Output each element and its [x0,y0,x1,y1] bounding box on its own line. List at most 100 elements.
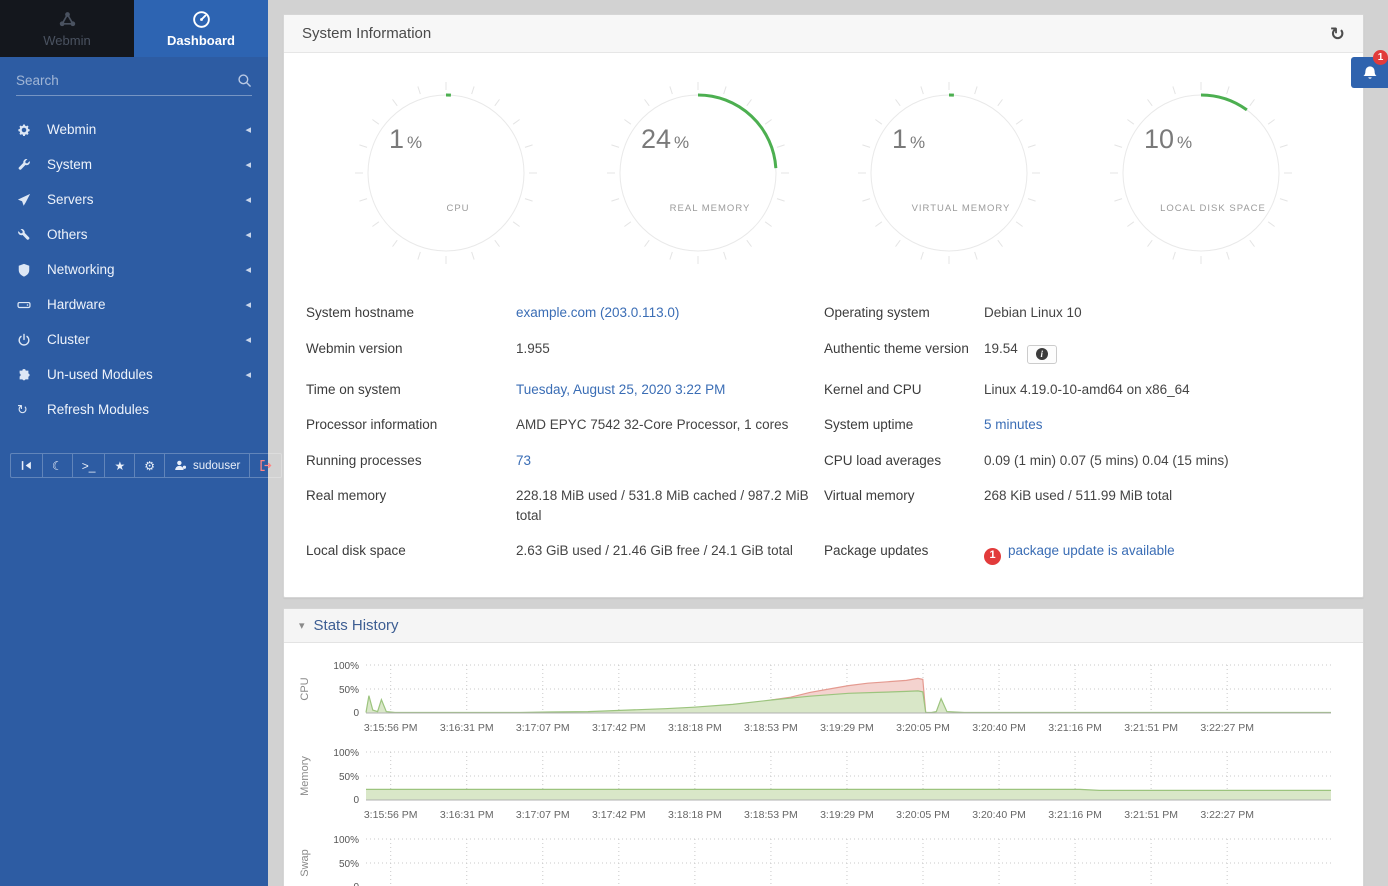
gauge-percent: 10% [1144,124,1192,154]
info-label: System hostname [306,295,516,331]
tab-webmin[interactable]: Webmin [0,0,134,57]
logged-in-user-label: sudouser [193,460,240,472]
gauge-label: LOCAL DISK SPACE [1160,203,1266,214]
theme-info-button[interactable]: i [1027,345,1057,364]
info-value[interactable]: 19.54i [984,331,1341,372]
info-value[interactable]: 1package update is available [984,533,1341,572]
chevron-left-icon: ◂ [245,368,251,381]
svg-text:50%: 50% [339,685,359,696]
info-value: 228.18 MiB used / 531.8 MiB cached / 987… [516,478,824,533]
refresh-icon: ↻ [17,402,28,418]
webmin-logo-icon [58,10,77,29]
svg-text:3:18:53 PM: 3:18:53 PM [744,809,798,821]
stats-history-panel: ▾ Stats History 100% 50% 0 3:15:56 PM 3:16:3… [283,608,1364,886]
info-value: 2.63 GiB used / 21.46 GiB free / 24.1 Gi… [516,533,824,572]
collapse-caret-icon: ▾ [299,619,305,632]
favorites-button-icon: ★ [114,460,125,472]
info-label: System uptime [824,407,984,443]
stats-charts: 100% 50% 0 3:15:56 PM 3:16:31 PM 3:17:07 PM 3:… [284,643,1363,886]
info-value[interactable]: Tuesday, August 25, 2020 3:22 PM [516,372,824,408]
chevron-left-icon: ◂ [245,123,251,136]
svg-text:3:18:18 PM: 3:18:18 PM [668,722,722,734]
sidebar-item-system[interactable]: System◂ [0,147,268,182]
info-label: CPU load averages [824,443,984,479]
chevron-left-icon: ◂ [245,158,251,171]
sidebar-item-networking[interactable]: Networking◂ [0,252,268,287]
gauge-percent: 1% [389,124,422,154]
puzzle-icon [17,368,31,382]
sidebar-menu: Webmin◂System◂Servers◂Others◂Networking◂… [0,112,268,427]
power-icon [17,333,31,347]
gauge-percent: 24% [641,124,689,154]
sidebar-item-webmin[interactable]: Webmin◂ [0,112,268,147]
stats-chart-cpu: 100%50%03:15:56 PM3:16:31 PM3:17:07 PM3:… [292,657,1337,735]
stats-history-header[interactable]: ▾ Stats History [284,609,1363,643]
sidebar-item-servers[interactable]: Servers◂ [0,182,268,217]
refresh-icon[interactable]: ↻ [1330,25,1345,43]
info-value[interactable]: 73 [516,443,824,479]
info-label: Real memory [306,478,516,533]
sidebar-item-label: Others [47,227,88,242]
sidebar-item-label: Networking [47,262,115,277]
tab-dashboard[interactable]: Dashboard [134,0,268,57]
system-information-panel: System Information ↻ 1% CPU 24% REAL MEM… [283,14,1364,598]
gauge-label: CPU [446,203,469,214]
collapse-sidebar-button[interactable] [10,453,42,478]
gauge-virtual-memory: 1% VIRTUAL MEMORY [853,77,1045,269]
wrench-alt-icon [17,228,31,242]
info-value[interactable]: 5 minutes [984,407,1341,443]
svg-text:3:20:40 PM: 3:20:40 PM [972,809,1026,821]
sidebar-user-toolbar: ☾>_ ★ ⚙ sudouser [10,453,258,478]
svg-text:3:17:42 PM: 3:17:42 PM [592,809,646,821]
sidebar-item-hardware[interactable]: Hardware◂ [0,287,268,322]
info-label: Kernel and CPU [824,372,984,408]
svg-text:3:15:56 PM: 3:15:56 PM [364,722,418,734]
chevron-left-icon: ◂ [245,333,251,346]
sidebar-item-un-used-modules[interactable]: Un-used Modules◂ [0,357,268,392]
info-value[interactable]: example.com (203.0.113.0) [516,295,824,331]
info-value: AMD EPYC 7542 32-Core Processor, 1 cores [516,407,824,443]
svg-text:3:18:53 PM: 3:18:53 PM [744,722,798,734]
sidebar-item-cluster[interactable]: Cluster ◂ [0,322,268,357]
svg-text:0: 0 [353,882,359,886]
gauges-row: 1% CPU 24% REAL MEMORY 1% VIRTUAL MEMORY… [284,53,1363,269]
svg-text:Swap: Swap [299,849,311,877]
svg-text:3:21:51 PM: 3:21:51 PM [1124,722,1178,734]
dashboard-gauge-icon [192,10,211,29]
sidebar-item-label: Cluster [47,332,90,347]
svg-text:3:16:31 PM: 3:16:31 PM [440,722,494,734]
night-mode-button[interactable]: ☾ [42,453,72,478]
search-input[interactable] [16,73,237,88]
stats-chart-swap: 100%50%03:15:56 PM3:16:31 PM3:17:07 PM3:… [292,831,1337,886]
search-icon[interactable] [237,73,252,88]
user-button[interactable]: sudouser [164,453,249,478]
info-label: Processor information [306,407,516,443]
sidebar-item-others[interactable]: Others◂ [0,217,268,252]
svg-text:CPU: CPU [299,677,311,700]
svg-text:3:17:42 PM: 3:17:42 PM [592,722,646,734]
sidebar-item-label: Refresh Modules [47,402,149,417]
sidebar-item-label: Servers [47,192,94,207]
svg-text:50%: 50% [339,772,359,783]
tab-webmin-label: Webmin [43,33,90,48]
info-value: 1.955 [516,331,824,372]
favorites-button[interactable]: ★ [104,453,134,478]
svg-text:100%: 100% [333,748,359,759]
gauge-label: VIRTUAL MEMORY [912,203,1011,214]
stats-chart-memory: 100%50%03:15:56 PM3:16:31 PM3:17:07 PM3:… [292,744,1337,822]
collapse-icon [20,459,33,472]
svg-text:3:20:05 PM: 3:20:05 PM [896,809,950,821]
system-information-header: System Information ↻ [284,15,1363,53]
svg-text:3:17:07 PM: 3:17:07 PM [516,809,570,821]
svg-text:3:21:16 PM: 3:21:16 PM [1048,722,1102,734]
info-label: Running processes [306,443,516,479]
notifications-button[interactable]: 1 [1351,57,1388,88]
theme-settings-button[interactable]: ⚙ [134,453,164,478]
system-info-table: System hostnameexample.com (203.0.113.0)… [284,269,1363,597]
svg-text:3:22:27 PM: 3:22:27 PM [1200,809,1254,821]
theme-settings-button-icon: ⚙ [144,460,155,472]
sidebar-item-refresh-modules[interactable]: ↻ Refresh Modules [0,392,268,427]
hdd-icon [17,298,31,312]
sidebar-search [16,73,252,96]
terminal-button[interactable]: >_ [72,453,105,478]
